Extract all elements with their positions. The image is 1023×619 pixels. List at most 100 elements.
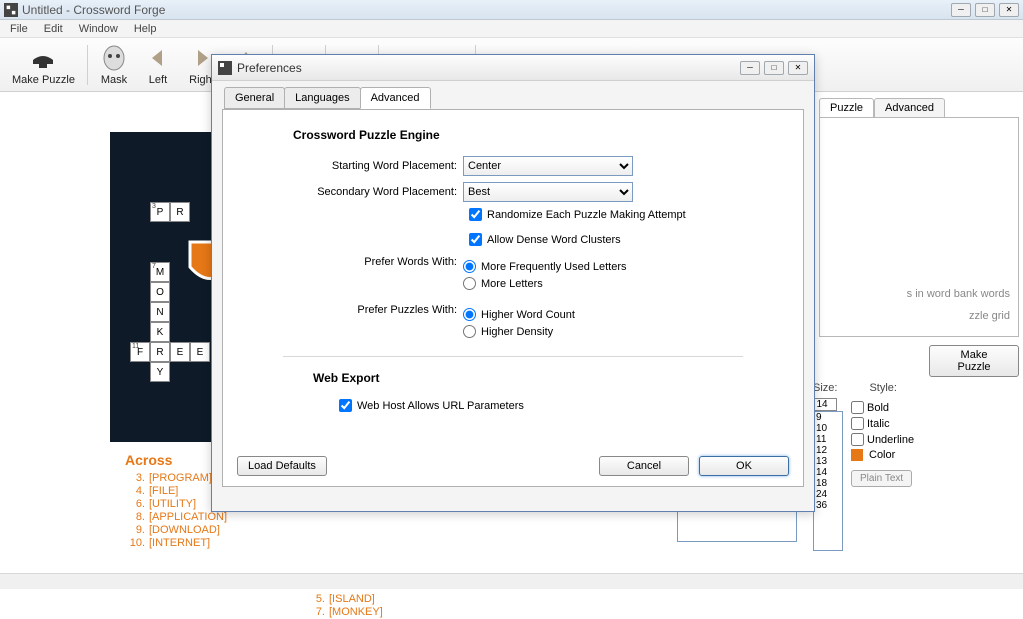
menu-help[interactable]: Help [126,21,165,37]
puzzle-cell[interactable]: 11F [130,342,150,362]
close-button[interactable]: ✕ [999,3,1019,17]
horizontal-scrollbar[interactable] [0,573,1023,589]
dialog-tabs: General Languages Advanced [224,87,814,109]
puzzle-cell[interactable]: 3P [150,202,170,222]
size-option[interactable]: 14 [814,467,842,478]
make-puzzle-button-right[interactable]: Make Puzzle [929,345,1019,377]
dialog-minimize-button[interactable]: ─ [740,61,760,75]
app-icon [4,3,18,17]
dialog-title: Preferences [237,61,740,75]
style-options: Bold Italic Underline Color Plain Text [851,398,914,551]
color-checkbox[interactable]: Color [851,449,914,461]
dense-label: Allow Dense Word Clusters [487,234,621,246]
size-option[interactable]: 12 [814,445,842,456]
hint-text: zzle grid [969,310,1010,322]
clue-line[interactable]: 9.[DOWNLOAD] [125,524,410,536]
menu-file[interactable]: File [2,21,36,37]
left-button[interactable]: Left [136,42,180,88]
prefer-puzzles-label: Prefer Puzzles With: [243,304,463,342]
size-option[interactable]: 10 [814,423,842,434]
dialog-close-button[interactable]: ✕ [788,61,808,75]
right-pane: Puzzle Advanced s in word bank words zzl… [819,98,1019,377]
plain-text-button[interactable]: Plain Text [851,470,912,487]
dialog-titlebar[interactable]: Preferences ─ □ ✕ [212,55,814,81]
toolbar-separator [87,45,88,85]
cancel-button[interactable]: Cancel [599,456,689,476]
puzzle-cell[interactable]: Y [150,362,170,382]
freq-letters-label: More Frequently Used Letters [481,261,627,273]
higher-density-radio[interactable] [463,325,476,338]
size-list[interactable]: 91011121314182436 [813,411,843,551]
puzzle-cell[interactable]: O [150,282,170,302]
more-letters-label: More Letters [481,278,543,290]
higher-count-radio[interactable] [463,308,476,321]
hint-text: s in word bank words [907,288,1010,300]
puzzle-cell[interactable]: R [150,342,170,362]
mask-icon [100,44,128,72]
puzzle-cell[interactable]: E [190,342,210,362]
size-option[interactable]: 11 [814,434,842,445]
menubar: File Edit Window Help [0,20,1023,38]
secondary-placement-label: Secondary Word Placement: [243,186,463,198]
load-defaults-button[interactable]: Load Defaults [237,456,327,476]
tab-advanced-right[interactable]: Advanced [874,98,945,117]
make-puzzle-button[interactable]: Make Puzzle [4,42,83,88]
preferences-dialog: Preferences ─ □ ✕ General Languages Adva… [211,54,815,512]
higher-count-label: Higher Word Count [481,309,575,321]
tab-languages[interactable]: Languages [284,87,360,109]
dialog-body: Crossword Puzzle Engine Starting Word Pl… [222,109,804,487]
tab-puzzle[interactable]: Puzzle [819,98,874,117]
clue-line[interactable]: 8.[APPLICATION] [125,511,410,523]
tab-advanced[interactable]: Advanced [360,87,431,109]
right-panel: s in word bank words zzle grid [819,117,1019,337]
dialog-maximize-button[interactable]: □ [764,61,784,75]
size-option[interactable]: 13 [814,456,842,467]
clue-line[interactable]: 10.[INTERNET] [125,537,410,549]
window-title: Untitled - Crossword Forge [22,3,951,17]
right-tabs: Puzzle Advanced [819,98,1019,117]
puzzle-cell[interactable]: K [150,322,170,342]
puzzle-cell[interactable]: E [170,342,190,362]
freq-letters-radio[interactable] [463,260,476,273]
higher-density-label: Higher Density [481,326,553,338]
starting-placement-select[interactable]: Center [463,156,633,176]
prefer-words-label: Prefer Words With: [243,256,463,294]
clue-line[interactable]: 7.[MONKEY] [305,606,383,618]
ok-button[interactable]: OK [699,456,789,476]
size-option[interactable]: 9 [814,412,842,423]
extra-clues: 5.[ISLAND]7.[MONKEY] [305,592,383,619]
bold-checkbox[interactable]: Bold [851,401,914,414]
clue-line[interactable]: 5.[ISLAND] [305,593,383,605]
puzzle-cell[interactable]: 7M [150,262,170,282]
starting-placement-label: Starting Word Placement: [243,160,463,172]
size-option[interactable]: 18 [814,478,842,489]
main-titlebar: Untitled - Crossword Forge ─ □ ✕ [0,0,1023,20]
randomize-checkbox[interactable] [469,208,482,221]
anvil-icon [29,44,57,72]
size-label: Size: [813,382,837,394]
menu-window[interactable]: Window [71,21,126,37]
style-label: Style: [869,382,897,394]
underline-checkbox[interactable]: Underline [851,433,914,446]
color-swatch [851,449,863,461]
window-controls: ─ □ ✕ [951,3,1019,17]
maximize-button[interactable]: □ [975,3,995,17]
mask-button[interactable]: Mask [92,42,136,88]
app-icon [218,61,232,75]
secondary-placement-select[interactable]: Best [463,182,633,202]
puzzle-cell[interactable]: N [150,302,170,322]
divider [283,356,743,357]
minimize-button[interactable]: ─ [951,3,971,17]
size-option[interactable]: 24 [814,489,842,500]
menu-edit[interactable]: Edit [36,21,71,37]
tab-general[interactable]: General [224,87,285,109]
puzzle-cell[interactable]: R [170,202,190,222]
arrow-left-icon [144,44,172,72]
dense-checkbox[interactable] [469,233,482,246]
size-option[interactable]: 36 [814,500,842,511]
italic-checkbox[interactable]: Italic [851,417,914,430]
font-panel: Size: Style: 91011121314182436 Bold Ital… [807,382,1017,551]
url-params-checkbox[interactable] [339,399,352,412]
more-letters-radio[interactable] [463,277,476,290]
randomize-label: Randomize Each Puzzle Making Attempt [487,209,686,221]
